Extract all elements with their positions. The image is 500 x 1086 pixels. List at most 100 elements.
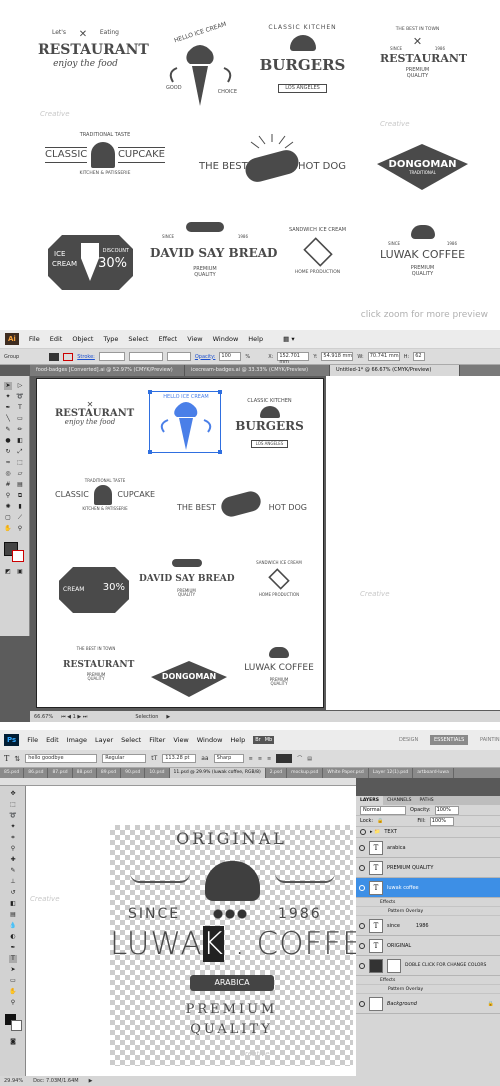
menu-edit[interactable]: Edit: [45, 335, 68, 343]
warp-tool-icon[interactable]: ≈: [4, 459, 12, 467]
layer-background[interactable]: Background 🔒: [356, 994, 500, 1014]
ps-document-canvas[interactable]: ORIGINAL SINCE 1986 LUWAK . COFFEE ARABI…: [110, 825, 382, 1066]
layer-pattern-overlay[interactable]: Pattern Overlay: [356, 985, 500, 994]
menu-type[interactable]: Type: [98, 335, 123, 343]
mini-bridge-icon[interactable]: Mb: [262, 736, 275, 744]
mesh-tool-icon[interactable]: #: [4, 481, 12, 489]
doc-tab[interactable]: mockup.psd: [287, 768, 324, 778]
tab-channels[interactable]: CHANNELS: [383, 796, 416, 805]
selected-ice-cream-badge[interactable]: HELLO ICE CREAM: [148, 390, 222, 454]
type-tool-icon[interactable]: T: [9, 955, 17, 963]
move-tool-icon[interactable]: ✥: [9, 790, 17, 798]
layer-name[interactable]: PREMIUM QUALITY: [387, 865, 433, 871]
layer-name[interactable]: arabica: [387, 845, 406, 851]
zoom-level[interactable]: 66.67%: [34, 714, 53, 720]
layer-name[interactable]: DOBLE CLICK FOR CHANGE COLORS: [405, 963, 486, 968]
layer-luwak-coffee[interactable]: T luwak coffee: [356, 878, 500, 898]
layer-name[interactable]: Background: [387, 1001, 417, 1007]
healing-brush-icon[interactable]: ✚: [9, 856, 17, 864]
menu-filter[interactable]: Filter: [145, 736, 169, 744]
quick-mask-icon[interactable]: ◙: [9, 1038, 17, 1046]
hotdog-badge[interactable]: THE BEST HOT DOG: [177, 484, 307, 524]
selection-handle[interactable]: [148, 390, 152, 394]
stroke-weight-field[interactable]: [98, 352, 125, 361]
eye-icon[interactable]: [360, 829, 366, 835]
font-family-field[interactable]: hello goodbye: [25, 754, 98, 763]
gradient-tool-icon[interactable]: ▤: [16, 481, 24, 489]
line-tool-icon[interactable]: ╲: [4, 415, 12, 423]
doc-tab[interactable]: icecream-badges.ai @ 33.33% (CMYK/Previe…: [185, 365, 330, 376]
text-color-swatch[interactable]: [276, 754, 293, 763]
layer-name[interactable]: since 1986: [387, 923, 429, 929]
doc-tab[interactable]: artboard-luwa: [413, 768, 454, 778]
screen-mode-icon[interactable]: ▣: [16, 568, 24, 576]
stroke-label[interactable]: Stroke:: [77, 354, 95, 360]
eyedropper-icon[interactable]: ⚲: [4, 492, 12, 500]
burgers-badge[interactable]: CLASSIC KITCHEN BURGERS LOS ANGELES: [227, 399, 312, 448]
background-color-swatch[interactable]: [11, 1020, 22, 1031]
menu-help[interactable]: Help: [243, 335, 268, 343]
blur-tool-icon[interactable]: 💧: [9, 922, 17, 930]
doc-tab[interactable]: 85.psd: [0, 768, 25, 778]
artboard-number[interactable]: 1: [73, 714, 76, 720]
marquee-tool-icon[interactable]: ⬚: [9, 801, 17, 809]
font-style-field[interactable]: Regular: [102, 754, 147, 763]
bread-badge[interactable]: DAVID SAY BREAD PREMIUM QUALITY: [139, 559, 235, 597]
doc-tab[interactable]: White Paper.psd: [323, 768, 369, 778]
graph-tool-icon[interactable]: ▮: [16, 503, 24, 511]
eye-icon[interactable]: [359, 922, 365, 929]
dodge-tool-icon[interactable]: ◐: [9, 933, 17, 941]
layer-effects[interactable]: Effects: [356, 976, 500, 985]
layer-effects[interactable]: Effects: [356, 898, 500, 907]
blob-brush-icon[interactable]: ●: [4, 437, 12, 445]
history-brush-icon[interactable]: ↺: [9, 889, 17, 897]
artboard-nav[interactable]: ⏮ ◀ 1 ▶ ⏭: [61, 714, 87, 720]
zoom-tool-icon[interactable]: ⚲: [9, 999, 17, 1007]
doc-tab-active[interactable]: 11.psd @ 29.9% (luwak coffee, RGB/8): [169, 768, 266, 778]
menu-file[interactable]: File: [24, 335, 45, 343]
menu-select[interactable]: Select: [117, 736, 145, 744]
tab-layers[interactable]: LAYERS: [356, 796, 383, 805]
quick-select-icon[interactable]: ✦: [9, 823, 17, 831]
layer-since-1986[interactable]: T since 1986: [356, 916, 500, 936]
character-panel-icon[interactable]: ▤: [307, 756, 312, 762]
fill-swatch[interactable]: [49, 352, 60, 361]
menu-window[interactable]: Window: [193, 736, 227, 744]
h-field[interactable]: 62: [413, 352, 426, 361]
lock-icon[interactable]: 🔒: [377, 818, 383, 824]
layer-change-colors[interactable]: DOBLE CLICK FOR CHANGE COLORS: [356, 956, 500, 976]
selection-handle[interactable]: [218, 450, 222, 454]
text-orientation-icon[interactable]: ⇅: [14, 755, 20, 763]
luwak-coffee-badge[interactable]: LUWAK COFFEE PREMIUM QUALITY: [243, 647, 315, 686]
doc-tab[interactable]: 88.psd: [73, 768, 97, 778]
brush-tool-icon[interactable]: ✎: [4, 426, 12, 434]
layer-premium-quality[interactable]: T PREMIUM QUALITY: [356, 858, 500, 878]
font-size-field[interactable]: 113.28 pt: [162, 754, 197, 763]
menu-file[interactable]: File: [23, 736, 42, 744]
menu-effect[interactable]: Effect: [153, 335, 182, 343]
lasso-icon[interactable]: ➰: [16, 393, 24, 401]
doc-tab-active[interactable]: Untitled-1* @ 66.67% (CMYK/Preview): [330, 365, 460, 376]
direct-selection-tool-icon[interactable]: ▷: [16, 382, 24, 390]
doc-tab[interactable]: 10.psd: [145, 768, 170, 778]
ice-cream-discount-badge[interactable]: CREAM 30%: [59, 567, 129, 613]
doc-tab[interactable]: food-badges [Converted].ai @ 52.97% (CMY…: [30, 365, 185, 376]
opacity-label[interactable]: Opacity:: [195, 354, 216, 360]
sandwich-badge[interactable]: SANDWICH ICE CREAM HOME PRODUCTION: [245, 561, 313, 597]
layer-group-text[interactable]: ▸ 📁 TEXT: [356, 827, 500, 838]
anti-alias-field[interactable]: Sharp: [213, 754, 244, 763]
restaurant-badge[interactable]: ✕ RESTAURANT enjoy the food: [55, 401, 134, 426]
ai-artboard[interactable]: ✕ RESTAURANT enjoy the food HELLO ICE CR…: [36, 378, 324, 708]
perspective-icon[interactable]: ▱: [16, 470, 24, 478]
selection-handle[interactable]: [148, 450, 152, 454]
menu-select[interactable]: Select: [123, 335, 153, 343]
ai-pasteboard[interactable]: [326, 376, 500, 710]
symbol-sprayer-icon[interactable]: ✺: [4, 503, 12, 511]
menu-window[interactable]: Window: [208, 335, 244, 343]
rectangle-tool-icon[interactable]: ▭: [16, 415, 24, 423]
eye-icon[interactable]: [359, 884, 365, 891]
eye-icon[interactable]: [359, 1000, 365, 1007]
opacity-field[interactable]: 100: [219, 352, 242, 361]
workspace-design[interactable]: DESIGN: [395, 735, 422, 745]
x-field[interactable]: 152.701 mm: [277, 352, 310, 365]
